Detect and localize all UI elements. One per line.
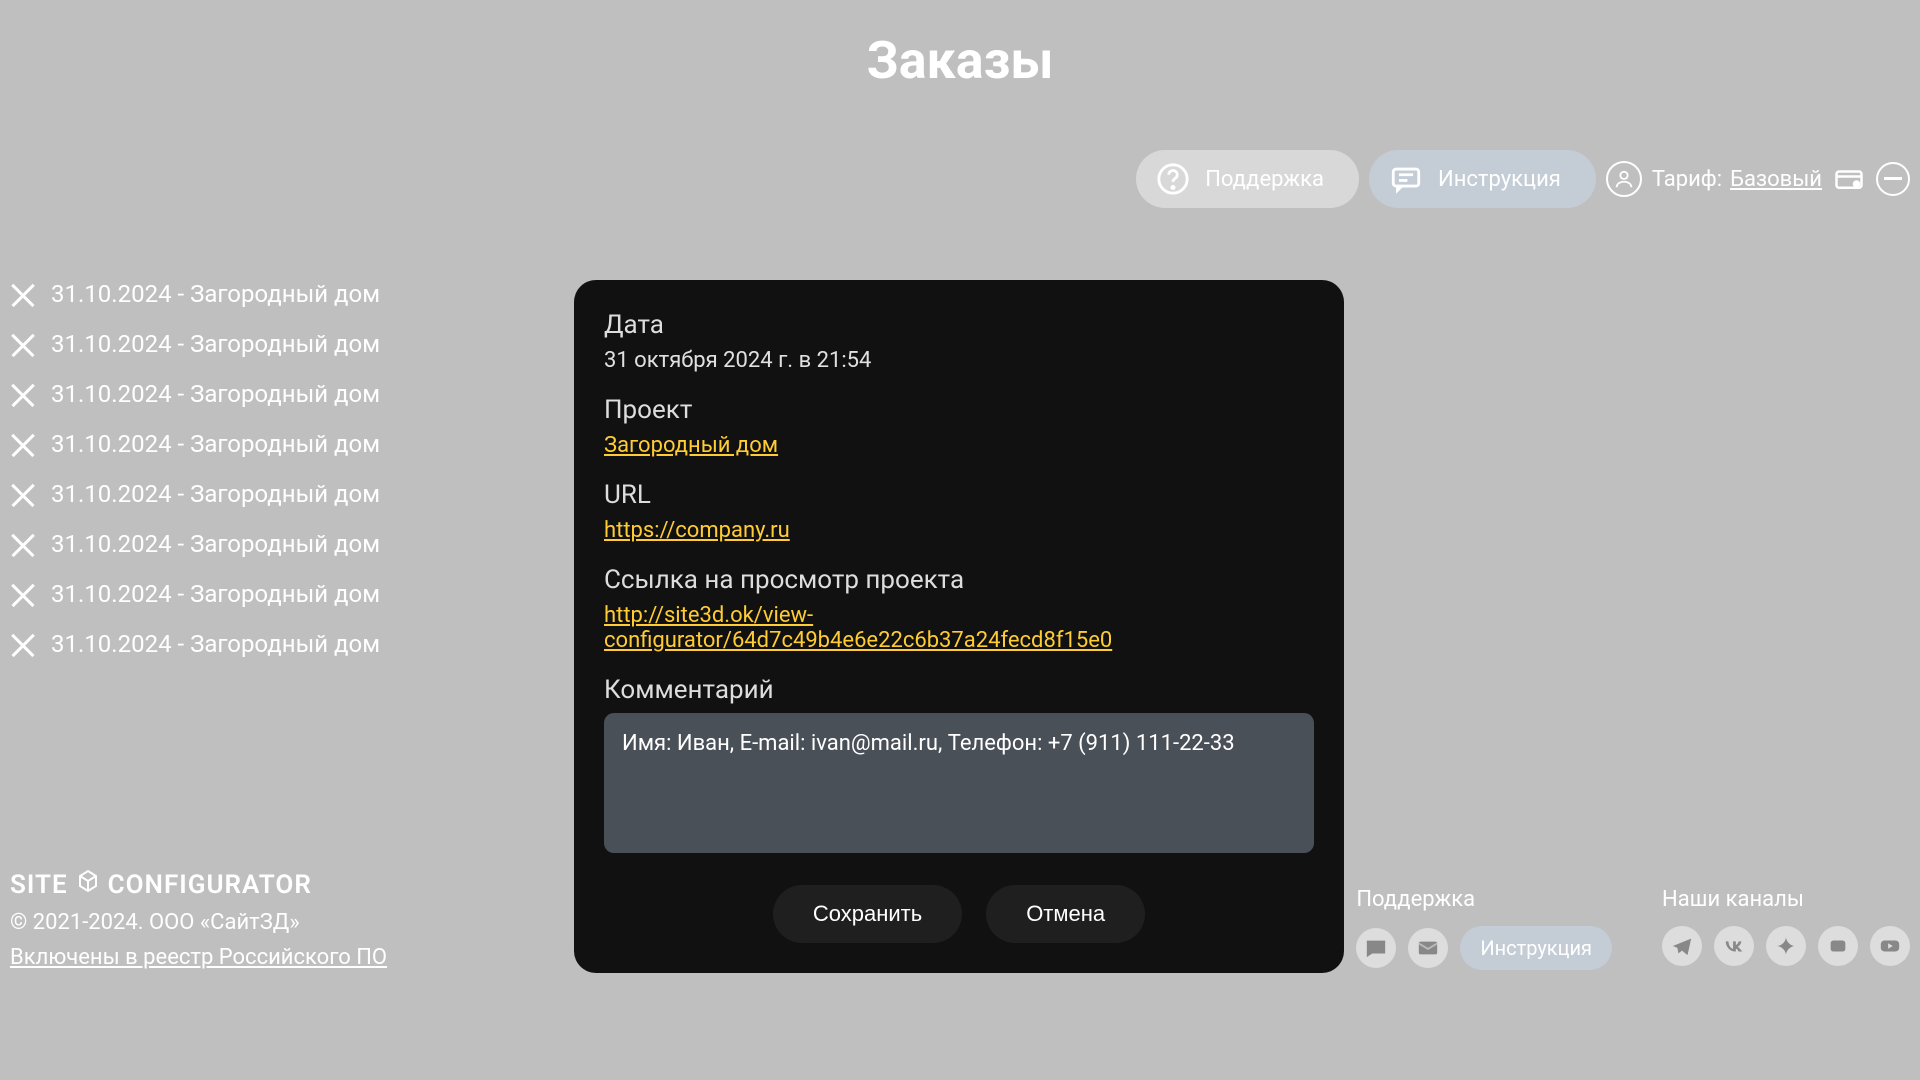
- project-label: Проект: [604, 395, 1314, 425]
- comment-label: Комментарий: [604, 675, 1314, 705]
- header-actions: Поддержка Инструкция Тариф: Базовый: [1136, 150, 1910, 208]
- order-item[interactable]: 31.10.2024 - Загородный дом: [10, 480, 380, 508]
- close-icon[interactable]: [10, 281, 36, 307]
- minus-button[interactable]: [1876, 162, 1910, 196]
- order-text: 31.10.2024 - Загородный дом: [51, 430, 380, 458]
- footer-instruction-button[interactable]: Инструкция: [1460, 926, 1612, 970]
- footer-channels-section: Наши каналы: [1662, 887, 1910, 970]
- dzen-icon[interactable]: [1766, 926, 1806, 966]
- question-icon: [1156, 162, 1190, 196]
- order-item[interactable]: 31.10.2024 - Загородный дом: [10, 380, 380, 408]
- project-link[interactable]: Загородный дом: [604, 433, 1314, 458]
- support-label: Поддержка: [1205, 167, 1324, 192]
- instruction-label: Инструкция: [1438, 167, 1561, 192]
- tariff-info: Тариф: Базовый: [1652, 167, 1822, 192]
- order-item[interactable]: 31.10.2024 - Загородный дом: [10, 280, 380, 308]
- view-link[interactable]: http://site3d.ok/view-configurator/64d7c…: [604, 603, 1314, 653]
- comment-textarea[interactable]: [604, 713, 1314, 853]
- close-icon[interactable]: [10, 631, 36, 657]
- cube-icon: [76, 869, 100, 900]
- order-item[interactable]: 31.10.2024 - Загородный дом: [10, 330, 380, 358]
- channel-icons: [1662, 926, 1910, 966]
- order-text: 31.10.2024 - Загородный дом: [51, 580, 380, 608]
- rutube-icon[interactable]: [1818, 926, 1858, 966]
- footer-logo: SITE CONFIGURATOR: [10, 869, 387, 900]
- registry-link[interactable]: Включены в реестр Российского ПО: [10, 945, 387, 970]
- order-item[interactable]: 31.10.2024 - Загородный дом: [10, 530, 380, 558]
- close-icon[interactable]: [10, 431, 36, 457]
- date-label: Дата: [604, 310, 1314, 340]
- order-item[interactable]: 31.10.2024 - Загородный дом: [10, 580, 380, 608]
- order-text: 31.10.2024 - Загородный дом: [51, 330, 380, 358]
- order-text: 31.10.2024 - Загородный дом: [51, 380, 380, 408]
- order-text: 31.10.2024 - Загородный дом: [51, 480, 380, 508]
- telegram-icon[interactable]: [1662, 926, 1702, 966]
- page-title: Заказы: [0, 0, 1920, 131]
- mail-chat-icon[interactable]: [1356, 928, 1396, 968]
- close-icon[interactable]: [10, 581, 36, 607]
- order-text: 31.10.2024 - Загородный дом: [51, 630, 380, 658]
- footer-right: Поддержка Инструкция Наши каналы: [1356, 887, 1910, 970]
- url-link[interactable]: https://company.ru: [604, 518, 1314, 543]
- footer-left: SITE CONFIGURATOR © 2021-2024. ООО «Сайт…: [10, 869, 387, 970]
- order-text: 31.10.2024 - Загородный дом: [51, 280, 380, 308]
- logo-text-left: SITE: [10, 870, 68, 900]
- youtube-icon[interactable]: [1870, 926, 1910, 966]
- vk-icon[interactable]: [1714, 926, 1754, 966]
- instruction-button[interactable]: Инструкция: [1369, 150, 1596, 208]
- footer: SITE CONFIGURATOR © 2021-2024. ООО «Сайт…: [10, 869, 1910, 970]
- avatar[interactable]: [1606, 161, 1642, 197]
- chat-icon: [1389, 162, 1423, 196]
- order-item[interactable]: 31.10.2024 - Загородный дом: [10, 630, 380, 658]
- card-icon[interactable]: [1832, 162, 1866, 196]
- close-icon[interactable]: [10, 381, 36, 407]
- mail-icon[interactable]: [1408, 928, 1448, 968]
- support-heading: Поддержка: [1356, 887, 1612, 912]
- support-icons: Инструкция: [1356, 926, 1612, 970]
- order-item[interactable]: 31.10.2024 - Загородный дом: [10, 430, 380, 458]
- url-label: URL: [604, 480, 1314, 510]
- close-icon[interactable]: [10, 481, 36, 507]
- support-button[interactable]: Поддержка: [1136, 150, 1359, 208]
- tariff-prefix: Тариф:: [1652, 167, 1722, 192]
- footer-support-section: Поддержка Инструкция: [1356, 887, 1612, 970]
- copyright: © 2021-2024. ООО «СайтЗД»: [10, 910, 387, 935]
- order-text: 31.10.2024 - Загородный дом: [51, 530, 380, 558]
- close-icon[interactable]: [10, 331, 36, 357]
- logo-text-right: CONFIGURATOR: [108, 870, 312, 900]
- order-list: 31.10.2024 - Загородный дом 31.10.2024 -…: [10, 280, 380, 658]
- tariff-link[interactable]: Базовый: [1730, 167, 1822, 192]
- close-icon[interactable]: [10, 531, 36, 557]
- view-label: Ссылка на просмотр проекта: [604, 565, 1314, 595]
- date-value: 31 октября 2024 г. в 21:54: [604, 348, 1314, 373]
- channels-heading: Наши каналы: [1662, 887, 1910, 912]
